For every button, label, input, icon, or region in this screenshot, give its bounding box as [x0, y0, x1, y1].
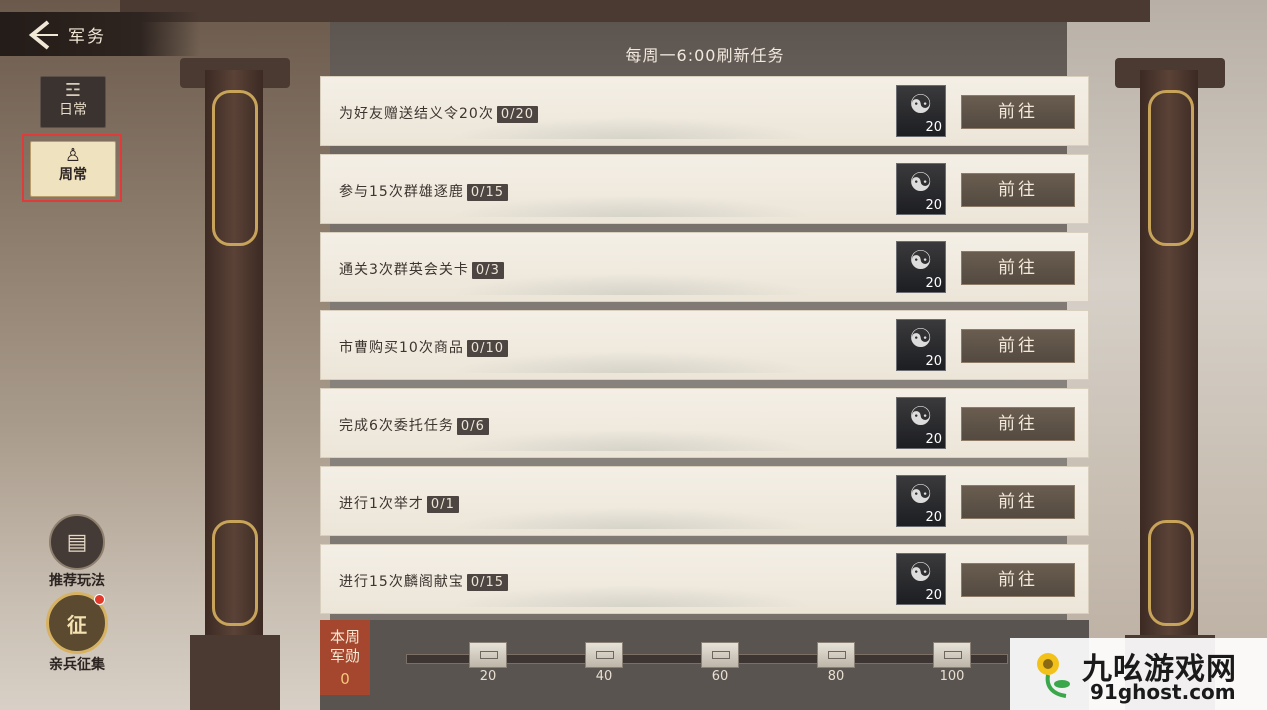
task-text: 为好友赠送结义令20次: [339, 106, 494, 122]
reward-item[interactable]: ☯ 20: [896, 553, 946, 605]
task-progress: 0/15: [466, 184, 509, 201]
go-button[interactable]: 前往: [961, 173, 1075, 207]
back-arrow-icon[interactable]: [24, 18, 58, 52]
reward-quantity: 20: [925, 432, 942, 447]
task-progress: 0/3: [471, 262, 504, 279]
sunflower-logo-icon: [1037, 653, 1070, 698]
reward-item[interactable]: ☯ 20: [896, 397, 946, 449]
milestone-label: 40: [595, 669, 613, 684]
task-row: 通关3次群英会关卡 0/3 ☯ 20 前往: [320, 232, 1089, 302]
task-text: 进行1次举才: [339, 496, 424, 512]
reward-quantity: 20: [925, 276, 942, 291]
recommend-label: 推荐玩法: [49, 573, 105, 589]
page-title: 军务: [68, 27, 106, 47]
task-row: 为好友赠送结义令20次 0/20 ☯ 20 前往: [320, 76, 1089, 146]
reward-item[interactable]: ☯ 20: [896, 163, 946, 215]
chest-icon[interactable]: [469, 642, 507, 668]
task-progress: 0/1: [426, 496, 459, 513]
merit-label-line2: 军勋: [329, 647, 360, 665]
task-name: 参与15次群雄逐鹿 0/15: [339, 181, 509, 201]
book-icon: ▤: [49, 514, 105, 570]
task-row: 参与15次群雄逐鹿 0/15 ☯ 20 前往: [320, 154, 1089, 224]
chest-icon[interactable]: [585, 642, 623, 668]
selection-highlight: [22, 134, 122, 202]
go-button[interactable]: 前往: [961, 329, 1075, 363]
milestone-label: 100: [939, 669, 965, 684]
task-name: 市曹购买10次商品 0/10: [339, 337, 509, 357]
halberd-icon: ☯: [909, 168, 933, 198]
scroll-bracket-left-icon: [212, 520, 258, 626]
task-progress: 0/10: [466, 340, 509, 357]
go-button[interactable]: 前往: [961, 251, 1075, 285]
recommend-button[interactable]: ▤ 推荐玩法: [40, 514, 114, 590]
reward-quantity: 20: [925, 120, 942, 135]
halberd-icon: ☯: [909, 246, 933, 276]
reward-item[interactable]: ☯ 20: [896, 319, 946, 371]
milestone-label: 20: [479, 669, 497, 684]
milestone-label: 80: [827, 669, 845, 684]
task-progress: 0/15: [466, 574, 509, 591]
task-name: 完成6次委托任务 0/6: [339, 415, 489, 435]
refresh-note: 每周一6:00刷新任务: [625, 46, 785, 65]
chest-icon[interactable]: [701, 642, 739, 668]
chest-icon[interactable]: [817, 642, 855, 668]
watermark: 九吆游戏网 91ghost.com: [1010, 638, 1267, 710]
merit-value: 0: [340, 670, 350, 688]
go-button[interactable]: 前往: [961, 95, 1075, 129]
reward-quantity: 20: [925, 510, 942, 525]
pillar-base-left: [190, 635, 280, 710]
task-text: 参与15次群雄逐鹿: [339, 184, 464, 200]
watermark-url: 91ghost.com: [1090, 680, 1236, 704]
task-name: 为好友赠送结义令20次 0/20: [339, 103, 539, 123]
task-text: 进行15次麟阁献宝: [339, 574, 464, 590]
reward-item[interactable]: ☯ 20: [896, 241, 946, 293]
recruit-button[interactable]: 征 亲兵征集: [34, 592, 120, 674]
halberd-icon: ☯: [909, 324, 933, 354]
halberd-icon: ☯: [909, 558, 933, 588]
go-button[interactable]: 前往: [961, 563, 1075, 597]
task-progress: 0/20: [496, 106, 539, 123]
tab-daily-label: 日常: [59, 102, 87, 118]
dragon-bracket-right-icon: [1148, 90, 1194, 246]
task-row: 进行1次举才 0/1 ☯ 20 前往: [320, 466, 1089, 536]
reward-quantity: 20: [925, 198, 942, 213]
reward-quantity: 20: [925, 354, 942, 369]
weekly-merit: 本周 军勋 0: [320, 620, 370, 695]
task-text: 通关3次群英会关卡: [339, 262, 469, 278]
recruit-label: 亲兵征集: [49, 657, 105, 673]
roof-beam: [120, 0, 1150, 22]
milestone-label: 60: [711, 669, 729, 684]
halberd-icon: ☯: [909, 90, 933, 120]
task-row: 进行15次麟阁献宝 0/15 ☯ 20 前往: [320, 544, 1089, 614]
reward-quantity: 20: [925, 588, 942, 603]
tab-daily[interactable]: ☲ 日常: [40, 76, 106, 128]
task-name: 进行1次举才 0/1: [339, 493, 459, 513]
task-text: 完成6次委托任务: [339, 418, 454, 434]
bag-icon: ☲: [64, 80, 82, 101]
reward-item[interactable]: ☯ 20: [896, 85, 946, 137]
reward-item[interactable]: ☯ 20: [896, 475, 946, 527]
notification-dot: [94, 594, 105, 605]
merit-label-line1: 本周: [329, 628, 360, 646]
halberd-icon: ☯: [909, 480, 933, 510]
scroll-bracket-right-icon: [1148, 520, 1194, 626]
chest-icon[interactable]: [933, 642, 971, 668]
go-button[interactable]: 前往: [961, 485, 1075, 519]
task-name: 通关3次群英会关卡 0/3: [339, 259, 504, 279]
task-text: 市曹购买10次商品: [339, 340, 464, 356]
dragon-bracket-left-icon: [212, 90, 258, 246]
task-row: 市曹购买10次商品 0/10 ☯ 20 前往: [320, 310, 1089, 380]
halberd-icon: ☯: [909, 402, 933, 432]
task-progress: 0/6: [456, 418, 489, 435]
go-button[interactable]: 前往: [961, 407, 1075, 441]
task-name: 进行15次麟阁献宝 0/15: [339, 571, 509, 591]
task-row: 完成6次委托任务 0/6 ☯ 20 前往: [320, 388, 1089, 458]
